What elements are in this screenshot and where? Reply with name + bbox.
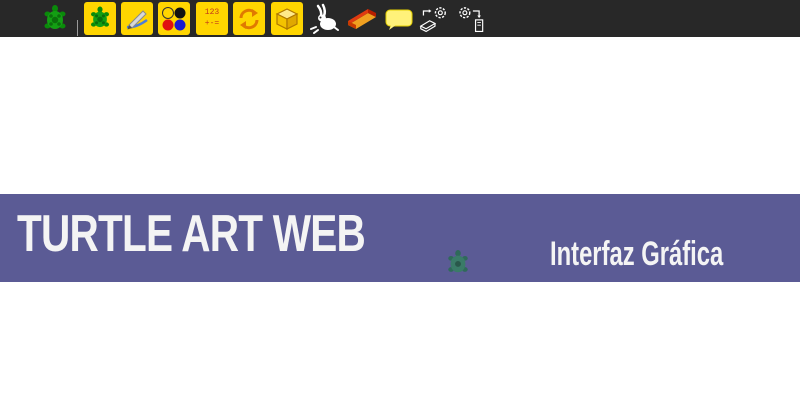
hide-blocks-button[interactable] <box>383 2 415 35</box>
toolbar-separator <box>77 20 78 36</box>
logo-turtle-button[interactable] <box>39 2 71 35</box>
speech-bubble-icon <box>385 9 413 30</box>
flow-palette-button[interactable] <box>233 2 265 35</box>
pen-icon <box>126 9 148 29</box>
load-project-button[interactable] <box>456 2 488 35</box>
eraser-icon <box>348 8 376 29</box>
turtle-icon <box>91 6 109 28</box>
rabbit-icon <box>310 3 339 34</box>
gear-import-icon <box>459 6 484 32</box>
title-banner: TURTLE ART WEB Interfaz Gráfica <box>0 194 800 282</box>
save-project-button[interactable] <box>419 2 451 35</box>
clear-button[interactable] <box>346 2 378 35</box>
toolbar: 123 +-= <box>0 0 800 37</box>
run-fast-button[interactable] <box>308 2 340 35</box>
numbers-palette-button[interactable]: 123 +-= <box>196 2 228 35</box>
turtle-icon <box>44 4 66 29</box>
turtle-palette-button[interactable] <box>84 2 116 35</box>
colors-palette-button[interactable] <box>158 2 190 35</box>
gear-export-icon <box>419 6 446 32</box>
turtle-icon <box>448 250 468 273</box>
blocks-palette-button[interactable] <box>271 2 303 35</box>
calculator-operators-label: +-= <box>204 19 220 28</box>
banner-title: TURTLE ART WEB <box>17 205 366 263</box>
repeat-arrows-icon <box>239 8 259 29</box>
banner-subtitle: Interfaz Gráfica <box>550 235 724 273</box>
box-icon <box>275 7 299 30</box>
color-dots-icon <box>162 6 186 30</box>
calculator-digits-label: 123 <box>204 8 220 17</box>
pen-palette-button[interactable] <box>121 2 153 35</box>
